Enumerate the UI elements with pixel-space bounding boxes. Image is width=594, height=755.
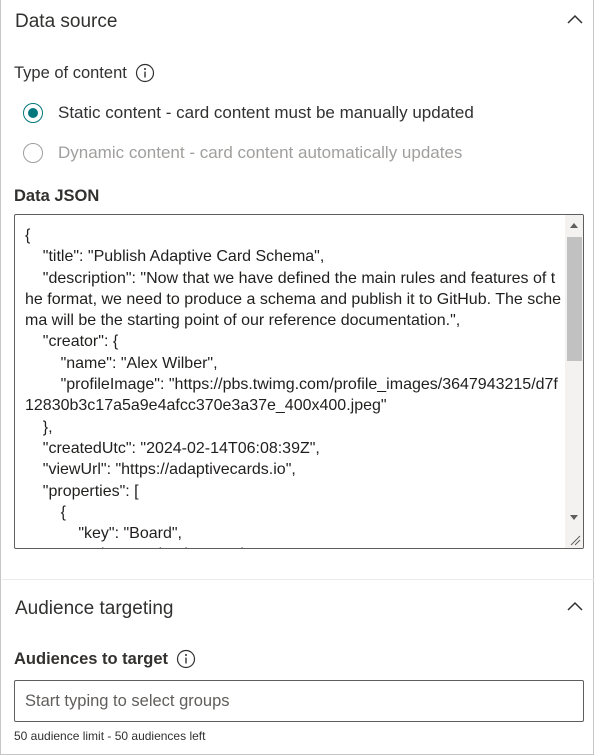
audience-limit-text: 50 audience limit - 50 audiences left [14,729,206,743]
type-of-content-row: Type of content [14,63,155,83]
data-json-label-row: Data JSON [14,187,99,206]
scroll-up-icon[interactable] [570,223,578,228]
chevron-up-icon[interactable] [566,600,584,612]
section-divider [2,579,594,580]
audience-search-input[interactable] [14,680,584,722]
resize-handle-icon[interactable] [569,534,581,546]
audience-targeting-title: Audience targeting [15,598,174,619]
scroll-down-icon[interactable] [570,515,578,520]
data-json-content[interactable]: { "title": "Publish Adaptive Card Schema… [25,225,563,548]
info-icon[interactable] [176,649,196,669]
radio-label: Dynamic content - card content automatic… [58,143,463,162]
audiences-to-target-label: Audiences to target [14,649,169,668]
data-json-textarea[interactable]: { "title": "Publish Adaptive Card Schema… [14,214,584,549]
chevron-up-icon[interactable] [566,13,584,25]
radio-dynamic-content[interactable]: Dynamic content - card content automatic… [23,143,462,163]
vertical-scrollbar[interactable] [565,215,583,548]
radio-static-content[interactable]: Static content - card content must be ma… [23,103,474,123]
type-of-content-label: Type of content [14,63,127,82]
radio-label: Static content - card content must be ma… [58,103,474,122]
scrollbar-thumb[interactable] [567,237,582,361]
data-source-title: Data source [15,11,118,32]
info-icon[interactable] [135,63,155,83]
audiences-to-target-row: Audiences to target [14,649,196,669]
property-pane: Data source Type of content Static conte… [0,0,594,755]
radio-button-checked[interactable] [23,103,43,123]
data-json-label: Data JSON [14,187,100,205]
radio-button-disabled[interactable] [23,143,43,163]
